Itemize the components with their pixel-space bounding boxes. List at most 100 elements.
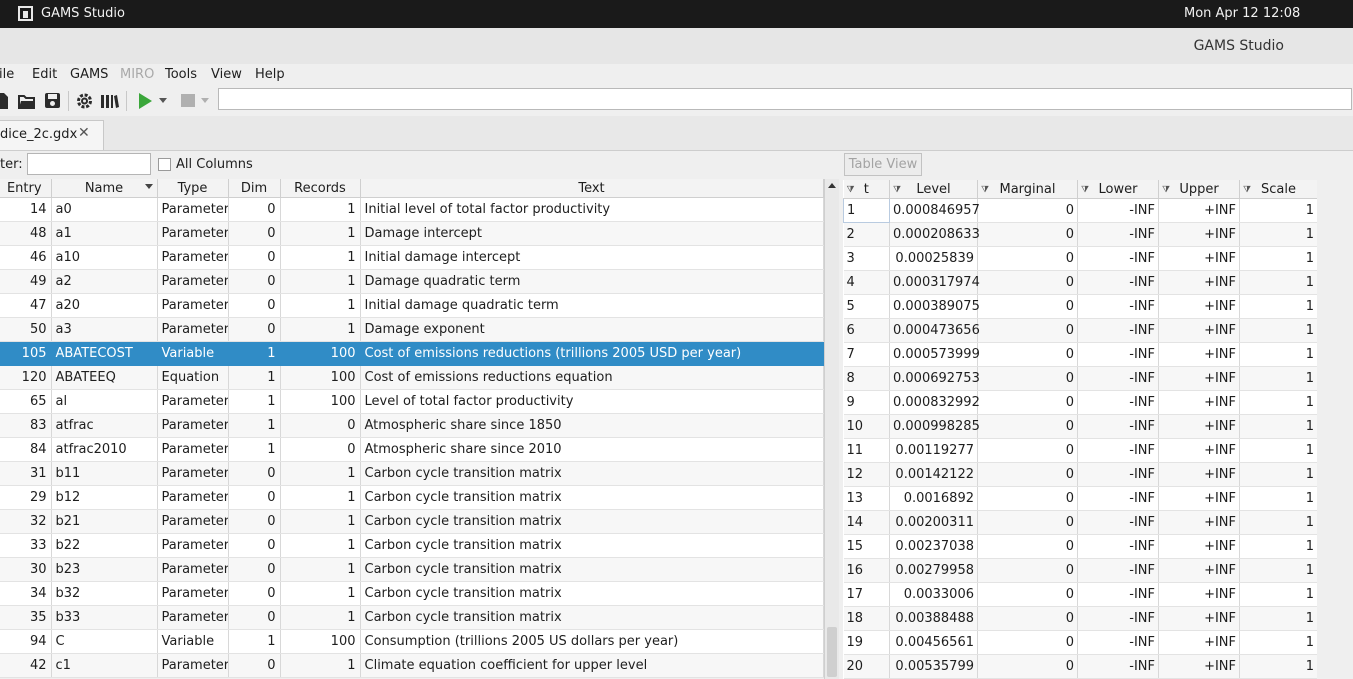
cell-entry[interactable]: 105	[0, 341, 52, 366]
cell-entry[interactable]: 46	[0, 245, 52, 270]
cell-upper[interactable]: +INF	[1158, 318, 1240, 343]
cell-marginal[interactable]: 0	[977, 390, 1078, 415]
table-row[interactable]: 34 b32 Parameter 0 1 Carbon cycle transition …	[0, 581, 824, 606]
tab-dice-gdx[interactable]: dice_2c.gdx ✕	[0, 120, 104, 150]
cell-t[interactable]: 6	[843, 318, 890, 343]
cell-dim[interactable]: 0	[228, 317, 281, 342]
column-header-lower[interactable]: ⧩ Lower	[1077, 180, 1159, 199]
cell-type[interactable]: Equation	[157, 365, 229, 390]
command-line-input[interactable]	[218, 88, 1352, 110]
cell-text[interactable]: Carbon cycle transition matrix	[360, 557, 824, 582]
cell-type[interactable]: Parameter	[157, 509, 229, 534]
cell-level[interactable]: 0.000998285	[889, 414, 980, 439]
cell-text[interactable]: Damage quadratic term	[360, 269, 824, 294]
cell-text[interactable]: Initial damage quadratic term	[360, 293, 824, 318]
cell-upper[interactable]: +INF	[1158, 246, 1240, 271]
cell-upper[interactable]: +INF	[1158, 606, 1240, 631]
cell-level[interactable]: 0.000832992	[889, 390, 980, 415]
cell-marginal[interactable]: 0	[977, 318, 1078, 343]
table-row[interactable]: 17 0.0033006 0 -INF +INF 1	[843, 582, 1318, 607]
cell-name[interactable]: b22	[51, 533, 158, 558]
cell-dim[interactable]: 0	[228, 221, 281, 246]
cell-dim[interactable]: 0	[228, 461, 281, 486]
cell-scale[interactable]: 1	[1239, 390, 1318, 415]
cell-lower[interactable]: -INF	[1077, 342, 1159, 367]
cell-scale[interactable]: 1	[1239, 462, 1318, 487]
cell-dim[interactable]: 1	[228, 365, 281, 390]
cell-records[interactable]: 1	[280, 269, 361, 294]
cell-records[interactable]: 1	[280, 461, 361, 486]
cell-level[interactable]: 0.00119277	[889, 438, 978, 463]
cell-entry[interactable]: 14	[0, 197, 52, 222]
cell-t[interactable]: 7	[843, 342, 890, 367]
cell-records[interactable]: 1	[280, 317, 361, 342]
table-row[interactable]: 42 c1 Parameter 0 1 Climate equation coeffici…	[0, 653, 824, 678]
cell-type[interactable]: Parameter	[157, 317, 229, 342]
cell-scale[interactable]: 1	[1239, 630, 1318, 655]
cell-level[interactable]: 0.00279958	[889, 558, 978, 583]
cell-records[interactable]: 1	[280, 293, 361, 318]
table-row[interactable]: 16 0.00279958 0 -INF +INF 1	[843, 558, 1318, 583]
cell-text[interactable]: Carbon cycle transition matrix	[360, 533, 824, 558]
cell-marginal[interactable]: 0	[977, 534, 1078, 559]
cell-level[interactable]: 0.00535799	[889, 654, 978, 679]
cell-level[interactable]: 0.00142122	[889, 462, 978, 487]
cell-upper[interactable]: +INF	[1158, 438, 1240, 463]
cell-name[interactable]: c1	[51, 653, 158, 678]
scrollbar-thumb[interactable]	[827, 627, 837, 677]
cell-lower[interactable]: -INF	[1077, 606, 1159, 631]
table-row[interactable]: 46 a10 Parameter 0 1 Initial damage intercept	[0, 245, 824, 270]
cell-level[interactable]: 0.000389075	[889, 294, 980, 319]
cell-level[interactable]: 0.00237038	[889, 534, 978, 559]
all-columns-checkbox[interactable]	[158, 158, 171, 171]
cell-name[interactable]: b23	[51, 557, 158, 582]
cell-scale[interactable]: 1	[1239, 654, 1318, 679]
cell-lower[interactable]: -INF	[1077, 294, 1159, 319]
table-row[interactable]: 30 b23 Parameter 0 1 Carbon cycle transition …	[0, 557, 824, 582]
cell-text[interactable]: Damage exponent	[360, 317, 824, 342]
cell-text[interactable]: Level of total factor productivity	[360, 389, 824, 414]
column-filter-icon[interactable]: ⧩	[1162, 185, 1170, 195]
cell-records[interactable]: 1	[280, 581, 361, 606]
cell-records[interactable]: 1	[280, 221, 361, 246]
close-icon[interactable]: ✕	[78, 125, 90, 141]
table-row[interactable]: 20 0.00535799 0 -INF +INF 1	[843, 654, 1318, 679]
cell-text[interactable]: Carbon cycle transition matrix	[360, 485, 824, 510]
cell-dim[interactable]: 1	[228, 629, 281, 654]
table-row[interactable]: 83 atfrac Parameter 1 0 Atmospheric share sin…	[0, 413, 824, 438]
cell-records[interactable]: 1	[280, 605, 361, 630]
cell-upper[interactable]: +INF	[1158, 390, 1240, 415]
cell-dim[interactable]: 0	[228, 293, 281, 318]
cell-t[interactable]: 12	[843, 462, 890, 487]
cell-t[interactable]: 13	[843, 486, 890, 511]
cell-t[interactable]: 9	[843, 390, 890, 415]
menu-help[interactable]: Help	[255, 67, 285, 82]
table-row[interactable]: 11 0.00119277 0 -INF +INF 1	[843, 438, 1318, 463]
cell-level[interactable]: 0.00388488	[889, 606, 978, 631]
cell-upper[interactable]: +INF	[1158, 366, 1240, 391]
cell-entry[interactable]: 47	[0, 293, 52, 318]
menu-view[interactable]: View	[211, 67, 242, 82]
cell-name[interactable]: ABATECOST	[51, 341, 158, 366]
table-row[interactable]: 5 0.000389075 0 -INF +INF 1	[843, 294, 1318, 319]
cell-type[interactable]: Parameter	[157, 557, 229, 582]
table-row[interactable]: 47 a20 Parameter 0 1 Initial damage quadratic…	[0, 293, 824, 318]
cell-type[interactable]: Parameter	[157, 413, 229, 438]
cell-lower[interactable]: -INF	[1077, 198, 1159, 223]
cell-upper[interactable]: +INF	[1158, 294, 1240, 319]
cell-name[interactable]: b33	[51, 605, 158, 630]
table-row[interactable]: 29 b12 Parameter 0 1 Carbon cycle transition …	[0, 485, 824, 510]
cell-lower[interactable]: -INF	[1077, 654, 1159, 679]
column-filter-icon[interactable]: ⧩	[847, 185, 855, 195]
cell-marginal[interactable]: 0	[977, 438, 1078, 463]
cell-name[interactable]: atfrac2010	[51, 437, 158, 462]
cell-upper[interactable]: +INF	[1158, 534, 1240, 559]
cell-dim[interactable]: 1	[228, 389, 281, 414]
column-header-name[interactable]: Name	[51, 179, 158, 198]
cell-scale[interactable]: 1	[1239, 510, 1318, 535]
cell-marginal[interactable]: 0	[977, 270, 1078, 295]
cell-dim[interactable]: 0	[228, 509, 281, 534]
cell-upper[interactable]: +INF	[1158, 558, 1240, 583]
cell-entry[interactable]: 35	[0, 605, 52, 630]
cell-dim[interactable]: 0	[228, 269, 281, 294]
